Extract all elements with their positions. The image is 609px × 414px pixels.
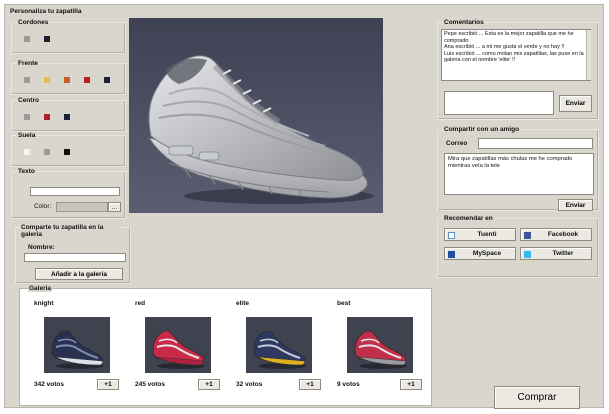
color-picker-button[interactable]: ... [108, 202, 121, 212]
gallery-item-votes: 32 votos [236, 381, 263, 388]
gallery-item-thumbnail[interactable] [347, 317, 413, 373]
gallery-shoe-image [347, 317, 413, 373]
customize-title: Personaliza tu zapatilla [9, 8, 83, 15]
twitter-icon [524, 251, 531, 258]
suela-swatch-1[interactable] [44, 149, 50, 155]
vote-plus-one-button[interactable]: +1 [299, 379, 321, 390]
comments-scrollbar[interactable] [586, 30, 591, 80]
facebook-icon [524, 232, 531, 239]
gallery-item: elite 32 votos +1 [236, 300, 328, 400]
frente-swatch-2[interactable] [64, 77, 70, 83]
gallery-item: red 245 votos +1 [135, 300, 227, 400]
recommend-group: Recomendar en Tuenti Facebook MySpace Tw… [437, 215, 599, 278]
tuenti-icon [448, 232, 455, 239]
gallery-item: best 9 votos +1 [337, 300, 429, 400]
twitter-label: Twitter [552, 250, 574, 257]
shoe-preview[interactable] [129, 18, 383, 213]
gallery-item-name: knight [34, 300, 54, 307]
share-friend-title: Compartir con un amigo [443, 126, 521, 133]
myspace-button[interactable]: MySpace [444, 247, 516, 260]
suela-group: Suela [11, 132, 126, 167]
texto-input[interactable] [30, 187, 120, 196]
centro-swatch-0[interactable] [24, 114, 30, 120]
frente-swatch-4[interactable] [104, 77, 110, 83]
frente-swatch-0[interactable] [24, 77, 30, 83]
gallery-panel: Galeria knight 342 votos +1 red 245 voto… [19, 285, 432, 406]
centro-group: Centro [11, 97, 126, 132]
texto-label: Texto [17, 168, 36, 175]
centro-swatch-2[interactable] [64, 114, 70, 120]
myspace-icon [448, 251, 455, 258]
vote-plus-one-button[interactable]: +1 [198, 379, 220, 390]
recommend-title: Recomendar en [443, 215, 494, 222]
gallery-item-name: red [135, 300, 146, 307]
centro-swatch-1[interactable] [44, 114, 50, 120]
gallery-shoe-image [145, 317, 211, 373]
facebook-label: Facebook [547, 231, 579, 238]
centro-label: Centro [17, 97, 40, 104]
send-share-button[interactable]: Enviar [558, 199, 593, 211]
gallery-item-name: elite [236, 300, 250, 307]
app-window: Personaliza tu zapatilla Cordones Frente… [4, 4, 604, 409]
vote-plus-one-button[interactable]: +1 [400, 379, 422, 390]
frente-group: Frente [11, 60, 126, 95]
gallery-name-input[interactable] [24, 253, 126, 262]
gallery-item-thumbnail[interactable] [44, 317, 110, 373]
tuenti-button[interactable]: Tuenti [444, 228, 516, 241]
tuenti-label: Tuenti [477, 231, 497, 238]
facebook-button[interactable]: Facebook [520, 228, 592, 241]
text-color-preview[interactable] [56, 202, 108, 212]
gallery-item-votes: 342 votos [34, 381, 64, 388]
gallery-item-thumbnail[interactable] [145, 317, 211, 373]
share-gallery-group: Comparte tu zapatilla en la galeria Nomb… [15, 224, 131, 284]
suela-swatch-0[interactable] [24, 149, 30, 155]
comments-list[interactable]: Pepe escribió ... Esta es la mejor zapat… [441, 29, 591, 81]
myspace-label: MySpace [472, 250, 502, 257]
texto-group: Texto Color: ... [11, 168, 126, 219]
share-message[interactable]: Mira que zapatillas más chulas me he com… [444, 153, 594, 195]
cordones-group: Cordones [11, 19, 126, 54]
share-friend-group: Compartir con un amigo Correo Mira que z… [437, 126, 599, 211]
share-gallery-title: Comparte tu zapatilla en la galeria [21, 224, 121, 238]
frente-label: Frente [17, 60, 39, 67]
send-comment-button[interactable]: Enviar [559, 95, 592, 112]
email-label: Correo [446, 140, 468, 147]
comments-group: Comentarios Pepe escribió ... Esta es la… [437, 19, 599, 120]
comments-title: Comentarios [443, 19, 485, 26]
cordones-label: Cordones [17, 19, 50, 26]
cordones-swatch-1[interactable] [44, 36, 50, 42]
frente-swatch-1[interactable] [44, 77, 50, 83]
comment-input[interactable] [444, 91, 554, 115]
color-label: Color: [34, 203, 52, 210]
suela-label: Suela [17, 132, 37, 139]
gallery-item-thumbnail[interactable] [246, 317, 312, 373]
gallery-title: Galeria [28, 285, 53, 292]
cordones-swatch-0[interactable] [24, 36, 30, 42]
gallery-item-name: best [337, 300, 351, 307]
name-label: Nombre: [28, 244, 55, 251]
gallery-shoe-image [44, 317, 110, 373]
gallery-item-votes: 9 votos [337, 381, 360, 388]
suela-swatch-2[interactable] [64, 149, 70, 155]
gallery-shoe-image [246, 317, 312, 373]
frente-swatch-3[interactable] [84, 77, 90, 83]
shoe-image [147, 55, 374, 204]
add-to-gallery-button[interactable]: Añadir a la galeria [35, 268, 123, 280]
gallery-item: knight 342 votos +1 [34, 300, 126, 400]
email-input[interactable] [478, 138, 593, 149]
vote-plus-one-button[interactable]: +1 [97, 379, 119, 390]
buy-button[interactable]: Comprar [494, 386, 580, 409]
twitter-button[interactable]: Twitter [520, 247, 592, 260]
gallery-item-votes: 245 votos [135, 381, 165, 388]
